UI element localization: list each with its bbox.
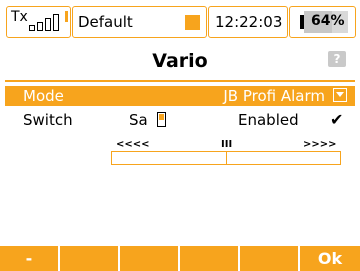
switch-row[interactable]: Switch Sa Enabled ✔ (5, 108, 355, 132)
range-left-label: <<<< (116, 139, 150, 150)
signal-bar-icon (53, 14, 59, 31)
softkey-4-button[interactable] (180, 246, 238, 271)
range-bar[interactable] (111, 151, 341, 165)
switch-value[interactable]: Sa (129, 108, 148, 132)
switch-position-fill (159, 114, 164, 120)
status-bar: Tx Default 12:22:03 64% (0, 0, 360, 42)
tx-label: Tx (11, 9, 28, 25)
mode-row[interactable]: Mode JB Profi Alarm (5, 86, 355, 106)
switch-position-icon (157, 112, 166, 127)
battery-percent: 64% (311, 13, 345, 29)
check-icon[interactable]: ✔ (330, 108, 343, 132)
range-right-label: >>>> (303, 139, 337, 150)
clock-box: 12:22:03 (208, 6, 288, 38)
mode-label: Mode (23, 87, 64, 105)
tx-signal-box: Tx (6, 6, 71, 38)
softkey-1-button[interactable]: - (0, 246, 58, 271)
title-divider (5, 80, 355, 82)
battery-box: 64% (289, 6, 356, 38)
signal-bar-icon (45, 18, 51, 31)
help-icon[interactable]: ? (328, 51, 346, 67)
battery-icon: 64% (304, 11, 348, 33)
model-indicator-icon (185, 15, 200, 30)
switch-state: Enabled (238, 111, 299, 129)
dropdown-icon[interactable] (333, 88, 347, 102)
switch-label: Switch (23, 111, 73, 129)
range-center-marker (226, 152, 227, 164)
mode-value[interactable]: JB Profi Alarm (223, 86, 325, 106)
signal-bar-icon (37, 22, 43, 31)
clock-time: 12:22:03 (215, 13, 283, 31)
softkey-3-button[interactable] (120, 246, 178, 271)
page-title: Vario (152, 50, 208, 72)
signal-bar-icon (29, 25, 35, 31)
range-center-label: III (221, 139, 233, 150)
softkey-5-button[interactable] (240, 246, 298, 271)
softkey-2-button[interactable] (60, 246, 118, 271)
ok-button[interactable]: Ok (300, 246, 360, 271)
signal-marker-icon (65, 11, 68, 22)
softkey-bar: - Ok (0, 246, 360, 271)
model-box[interactable]: Default (72, 6, 207, 38)
model-name: Default (78, 13, 133, 31)
